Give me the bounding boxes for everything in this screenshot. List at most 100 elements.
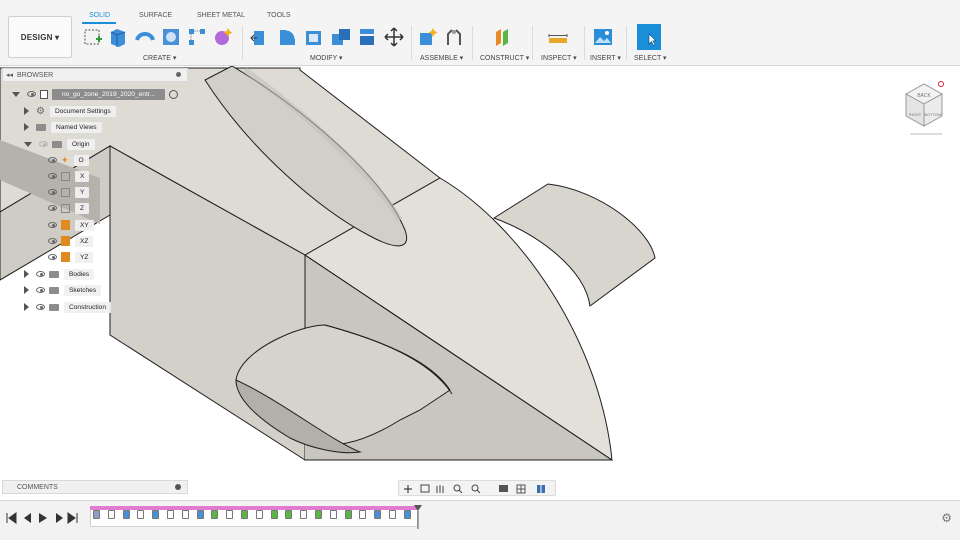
- select-menu[interactable]: SELECT ▾: [634, 54, 667, 62]
- visibility-eye-icon[interactable]: [39, 141, 48, 147]
- modify-menu[interactable]: MODIFY ▾: [310, 54, 343, 62]
- visibility-eye-icon[interactable]: [27, 91, 36, 97]
- timeline-feature-icon[interactable]: [315, 510, 322, 519]
- origin-item-x[interactable]: X: [48, 169, 90, 183]
- origin-item-xz[interactable]: XZ: [48, 234, 94, 248]
- timeline-feature-icon[interactable]: [167, 510, 174, 519]
- construct-menu[interactable]: CONSTRUCT ▾: [480, 54, 529, 62]
- inspect-menu[interactable]: INSPECT ▾: [541, 54, 577, 62]
- root-document-label[interactable]: no_go_zone_2019_2020_entr...: [52, 88, 166, 100]
- combine-icon[interactable]: [330, 26, 352, 48]
- previous-step-icon[interactable]: [24, 513, 31, 523]
- offset-plane-icon[interactable]: [491, 26, 513, 48]
- assemble-menu[interactable]: ASSEMBLE ▾: [420, 54, 463, 62]
- visibility-eye-icon[interactable]: [48, 254, 57, 260]
- origin-item-z[interactable]: Z: [48, 201, 90, 215]
- create-sketch-icon[interactable]: [82, 26, 104, 48]
- timeline-feature-icon[interactable]: [329, 510, 337, 519]
- timeline-settings-gear-icon[interactable]: ⚙: [941, 511, 952, 525]
- origin-item-o[interactable]: ✦ O: [48, 153, 89, 167]
- visibility-eye-icon[interactable]: [48, 222, 57, 228]
- timeline-feature-icon[interactable]: [255, 510, 263, 519]
- expand-arrow-icon[interactable]: [12, 91, 20, 97]
- comments-panel[interactable]: COMMENTS: [2, 480, 188, 494]
- pan-hand-icon[interactable]: [436, 485, 444, 493]
- timeline-feature-icon[interactable]: [93, 510, 100, 519]
- next-step-icon[interactable]: [56, 513, 63, 523]
- browser-pin-icon[interactable]: [176, 72, 181, 77]
- viewports-icon[interactable]: [537, 485, 545, 493]
- move-icon[interactable]: [383, 26, 405, 48]
- first-step-icon[interactable]: [6, 512, 17, 524]
- browser-item-origin[interactable]: Origin: [24, 137, 95, 151]
- new-component-icon[interactable]: [417, 26, 439, 48]
- timeline-feature-icon[interactable]: [211, 510, 219, 519]
- browser-item-bodies[interactable]: Bodies: [24, 267, 95, 281]
- browser-item-sketches[interactable]: Sketches: [24, 283, 102, 297]
- visibility-eye-icon[interactable]: [48, 238, 57, 244]
- car-body-model[interactable]: [0, 66, 960, 498]
- expand-arrow-icon[interactable]: [24, 107, 29, 115]
- visibility-eye-icon[interactable]: [36, 304, 45, 310]
- viewcube-icon[interactable]: BACK RIGHT BOTTOM: [898, 76, 948, 140]
- browser-item-construction[interactable]: Construction: [24, 300, 112, 314]
- measure-icon[interactable]: [547, 26, 569, 48]
- create-menu[interactable]: CREATE ▾: [143, 54, 176, 62]
- expand-arrow-icon[interactable]: [24, 141, 32, 147]
- timeline-feature-icon[interactable]: [344, 510, 352, 519]
- timeline-feature-icon[interactable]: [152, 510, 160, 519]
- origin-item-y[interactable]: Y: [48, 185, 90, 199]
- tab-surface[interactable]: SURFACE: [139, 12, 172, 19]
- orbit-icon[interactable]: [404, 485, 412, 493]
- visibility-eye-icon[interactable]: [48, 173, 57, 179]
- timeline-feature-icon[interactable]: [270, 510, 278, 519]
- workspace-switcher-button[interactable]: DESIGN ▾: [8, 16, 72, 58]
- select-cursor-icon[interactable]: [637, 24, 661, 50]
- look-at-icon[interactable]: [420, 484, 430, 493]
- visibility-eye-icon[interactable]: [48, 157, 57, 163]
- fit-icon[interactable]: [471, 484, 481, 494]
- create-form-icon[interactable]: [212, 26, 234, 48]
- play-icon[interactable]: [39, 513, 47, 523]
- tab-tools[interactable]: TOOLS: [267, 12, 291, 19]
- press-pull-icon[interactable]: [249, 26, 271, 48]
- browser-panel-header[interactable]: ◂◂ BROWSER: [2, 68, 188, 82]
- revolve-icon[interactable]: [134, 26, 156, 48]
- origin-item-xy[interactable]: XY: [48, 218, 94, 232]
- timeline-feature-icon[interactable]: [285, 510, 293, 519]
- timeline-feature-icon[interactable]: [122, 510, 130, 519]
- activate-radio-icon[interactable]: [169, 89, 179, 99]
- extrude-icon[interactable]: [107, 26, 129, 48]
- origin-item-yz[interactable]: YZ: [48, 250, 94, 264]
- insert-menu[interactable]: INSERT ▾: [590, 54, 621, 62]
- timeline-feature-icon[interactable]: [137, 510, 145, 519]
- tab-sheet-metal[interactable]: SHEET METAL: [197, 12, 245, 19]
- expand-arrow-icon[interactable]: [24, 270, 29, 278]
- display-settings-icon[interactable]: [499, 485, 508, 492]
- 3d-viewport[interactable]: BACK RIGHT BOTTOM: [0, 66, 960, 498]
- expand-arrow-icon[interactable]: [24, 123, 29, 131]
- timeline-feature-icon[interactable]: [196, 510, 204, 519]
- timeline-feature-icon[interactable]: [359, 510, 367, 519]
- viewcube-face-back[interactable]: BACK: [917, 93, 931, 99]
- browser-item-document-settings[interactable]: ⚙ Document Settings: [24, 104, 116, 118]
- insert-image-icon[interactable]: [592, 26, 614, 48]
- visibility-eye-icon[interactable]: [36, 271, 45, 277]
- joint-icon[interactable]: [443, 26, 465, 48]
- expand-arrow-icon[interactable]: [24, 286, 29, 294]
- collapse-browser-icon[interactable]: ◂◂: [6, 71, 13, 79]
- pattern-icon[interactable]: [186, 26, 208, 48]
- browser-root-row[interactable]: no_go_zone_2019_2020_entr...: [12, 87, 179, 101]
- zoom-icon[interactable]: [453, 484, 463, 494]
- visibility-eye-icon[interactable]: [36, 287, 45, 293]
- timeline-marker-handle[interactable]: [414, 505, 422, 529]
- add-comment-icon[interactable]: [175, 484, 181, 490]
- timeline-feature-icon[interactable]: [300, 510, 308, 519]
- visibility-eye-icon[interactable]: [48, 205, 57, 211]
- hole-icon[interactable]: [160, 26, 182, 48]
- shell-icon[interactable]: [303, 26, 325, 48]
- last-step-icon[interactable]: [67, 512, 78, 524]
- expand-arrow-icon[interactable]: [24, 303, 29, 311]
- timeline-feature-icon[interactable]: [107, 510, 115, 519]
- viewcube-face-right[interactable]: RIGHT: [909, 112, 922, 117]
